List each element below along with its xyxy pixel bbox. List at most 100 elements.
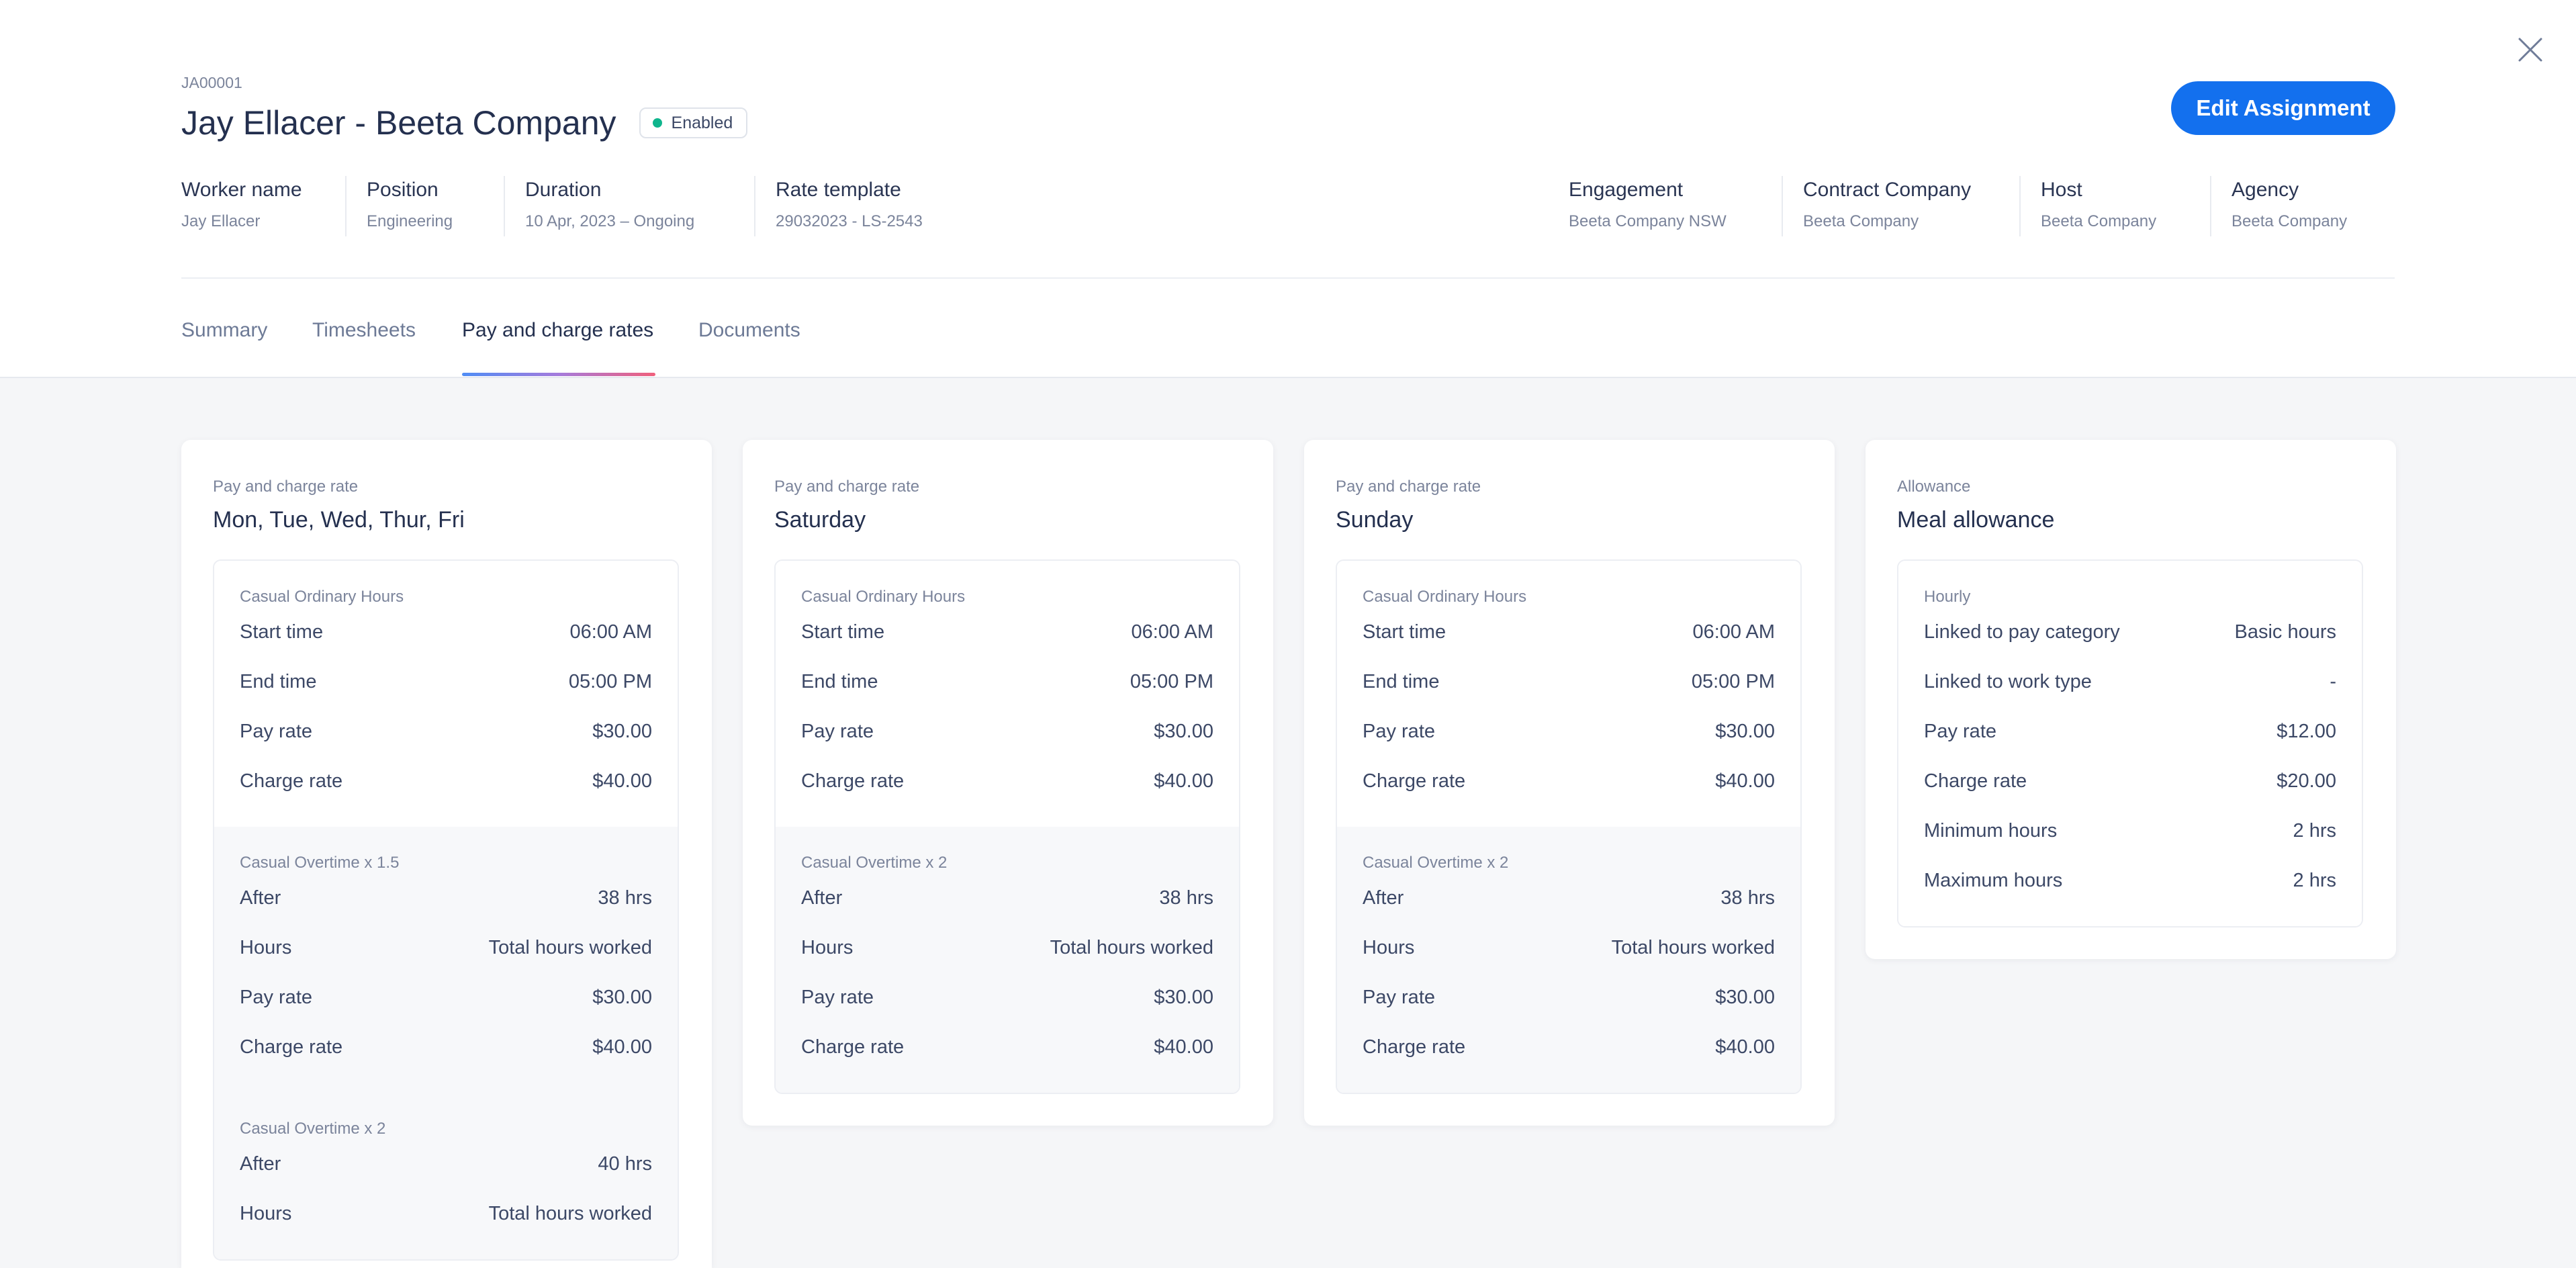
rate-row-value: $30.00 — [1154, 986, 1213, 1008]
rate-row-value: $30.00 — [1715, 720, 1775, 742]
rate-row-value: 2 hrs — [2293, 869, 2336, 891]
detail-value: Beeta Company NSW — [1569, 212, 1727, 230]
tab-summary[interactable]: Summary — [181, 319, 267, 342]
detail-label: Engagement — [1569, 179, 1684, 201]
tab-documents[interactable]: Documents — [698, 319, 800, 342]
rate-row-label: Hours — [801, 936, 854, 958]
rate-row: End time 05:00 PM — [1363, 668, 1775, 695]
detail-label: Contract Company — [1803, 179, 1972, 201]
rate-row-value: $40.00 — [1154, 770, 1213, 792]
section-label: Casual Ordinary Hours — [240, 588, 404, 606]
detail-label: Position — [367, 179, 439, 201]
rate-row-label: Maximum hours — [1924, 869, 2063, 891]
status-dot-icon — [652, 118, 662, 128]
active-tab-indicator — [462, 373, 655, 376]
rate-row: After 38 hrs — [1363, 885, 1775, 911]
rate-row: Charge rate $40.00 — [240, 1034, 652, 1060]
rate-row: Pay rate $30.00 — [1363, 984, 1775, 1011]
rate-row-label: Pay rate — [240, 986, 312, 1008]
rate-row: Linked to work type - — [1924, 668, 2336, 695]
rate-row: Charge rate $40.00 — [1363, 1034, 1775, 1060]
rate-row-value: $30.00 — [592, 986, 652, 1008]
rate-row-label: Start time — [801, 621, 885, 643]
section-label: Casual Overtime x 2 — [801, 854, 948, 872]
detail-label: Worker name — [181, 179, 302, 201]
tab-timesheets[interactable]: Timesheets — [312, 319, 416, 342]
rate-row: Maximum hours 2 hrs — [1924, 867, 2336, 894]
rate-row-label: End time — [1363, 670, 1440, 692]
rate-row: Charge rate $40.00 — [801, 768, 1213, 795]
status-label: Enabled — [671, 113, 733, 132]
rate-details-panel: Casual Ordinary Hours Start time 06:00 AM E… — [213, 559, 679, 1261]
card-title: Mon, Tue, Wed, Thur, Fri — [213, 507, 465, 533]
rate-row-label: Charge rate — [240, 770, 343, 792]
rate-row-value: $30.00 — [1154, 720, 1213, 742]
rate-row: Minimum hours 2 hrs — [1924, 817, 2336, 844]
rate-row-value: $40.00 — [592, 770, 652, 792]
rate-row-value: $30.00 — [1715, 986, 1775, 1008]
card-title: Saturday — [774, 507, 866, 533]
rate-section: Casual Ordinary Hours Start time 06:00 AM E… — [214, 561, 678, 827]
section-label: Casual Overtime x 1.5 — [240, 854, 400, 872]
rate-row: Hours Total hours worked — [1363, 934, 1775, 961]
detail-label: Agency — [2232, 179, 2299, 201]
rate-row: Hours Total hours worked — [801, 934, 1213, 961]
rate-row-label: Linked to work type — [1924, 670, 2092, 692]
rate-row-label: Start time — [1363, 621, 1446, 643]
rate-row-label: After — [240, 887, 281, 909]
rate-row-label: End time — [801, 670, 878, 692]
rate-section: Casual Overtime x 2 After 40 hrs Hours Total… — [214, 1093, 678, 1259]
rate-details-panel: Hourly Linked to pay category Basic hours L… — [1897, 559, 2363, 927]
rate-row-value: 38 hrs — [598, 887, 652, 909]
assignment-id: JA00001 — [181, 74, 242, 91]
rate-row-value: Total hours worked — [1611, 936, 1775, 958]
detail-rate-template: Rate template 29032023 - LS-2543 — [754, 176, 923, 236]
rate-row-value: 05:00 PM — [1691, 670, 1775, 692]
rate-row-value: 2 hrs — [2293, 819, 2336, 842]
detail-host: Host Beeta Company — [2019, 176, 2156, 236]
rate-row: Linked to pay category Basic hours — [1924, 619, 2336, 645]
rate-row: After 40 hrs — [240, 1150, 652, 1177]
edit-assignment-button[interactable]: Edit Assignment — [2171, 81, 2395, 135]
rate-section: Casual Overtime x 2 After 38 hrs Hours Total… — [1337, 827, 1800, 1093]
rate-row-value: 05:00 PM — [568, 670, 652, 692]
rate-row-label: Hours — [240, 1202, 292, 1224]
rate-row-label: Pay rate — [1363, 986, 1435, 1008]
detail-value: Jay Ellacer — [181, 212, 261, 230]
tab-pay-and-charge-rates[interactable]: Pay and charge rates — [462, 319, 653, 342]
rate-row-value: $12.00 — [2276, 720, 2336, 742]
rate-row-value: Basic hours — [2234, 621, 2336, 643]
close-button[interactable] — [2514, 34, 2546, 66]
rate-section: Hourly Linked to pay category Basic hours L… — [1898, 561, 2362, 926]
rate-row: Charge rate $20.00 — [1924, 768, 2336, 795]
rate-row-label: After — [1363, 887, 1404, 909]
rate-section: Casual Ordinary Hours Start time 06:00 AM E… — [776, 561, 1239, 827]
rate-row-value: 06:00 AM — [569, 621, 652, 643]
rate-row: After 38 hrs — [801, 885, 1213, 911]
rate-row-label: Charge rate — [801, 770, 905, 792]
close-icon — [2518, 38, 2542, 62]
rate-row-label: Minimum hours — [1924, 819, 2058, 842]
section-label: Casual Overtime x 2 — [1363, 854, 1509, 872]
rate-row-label: Start time — [240, 621, 324, 643]
rate-row: Hours Total hours worked — [240, 1200, 652, 1227]
rate-row: Charge rate $40.00 — [801, 1034, 1213, 1060]
rate-row-value: $40.00 — [1715, 1036, 1775, 1058]
rate-section: Casual Ordinary Hours Start time 06:00 AM E… — [1337, 561, 1800, 827]
rate-row: Hours Total hours worked — [240, 934, 652, 961]
rate-row-value: $40.00 — [1715, 770, 1775, 792]
rate-row-label: Pay rate — [1363, 720, 1435, 742]
rate-row-label: After — [240, 1152, 281, 1175]
detail-value: Beeta Company — [1803, 212, 1919, 230]
rate-section: Casual Overtime x 1.5 After 38 hrs Hours Tot… — [214, 827, 678, 1093]
rate-row-label: Charge rate — [801, 1036, 905, 1058]
rate-row: Charge rate $40.00 — [240, 768, 652, 795]
rate-row-value: $40.00 — [1154, 1036, 1213, 1058]
rate-section: Casual Overtime x 2 After 38 hrs Hours Total… — [776, 827, 1239, 1093]
card-kicker: Allowance — [1897, 478, 1971, 496]
rate-row-label: Charge rate — [1363, 770, 1466, 792]
detail-value: Beeta Company — [2041, 212, 2157, 230]
rate-row-value: 38 hrs — [1720, 887, 1775, 909]
card-title: Meal allowance — [1897, 507, 2055, 533]
rate-card-weekday: Pay and charge rate Mon, Tue, Wed, Thur, … — [181, 440, 712, 1268]
